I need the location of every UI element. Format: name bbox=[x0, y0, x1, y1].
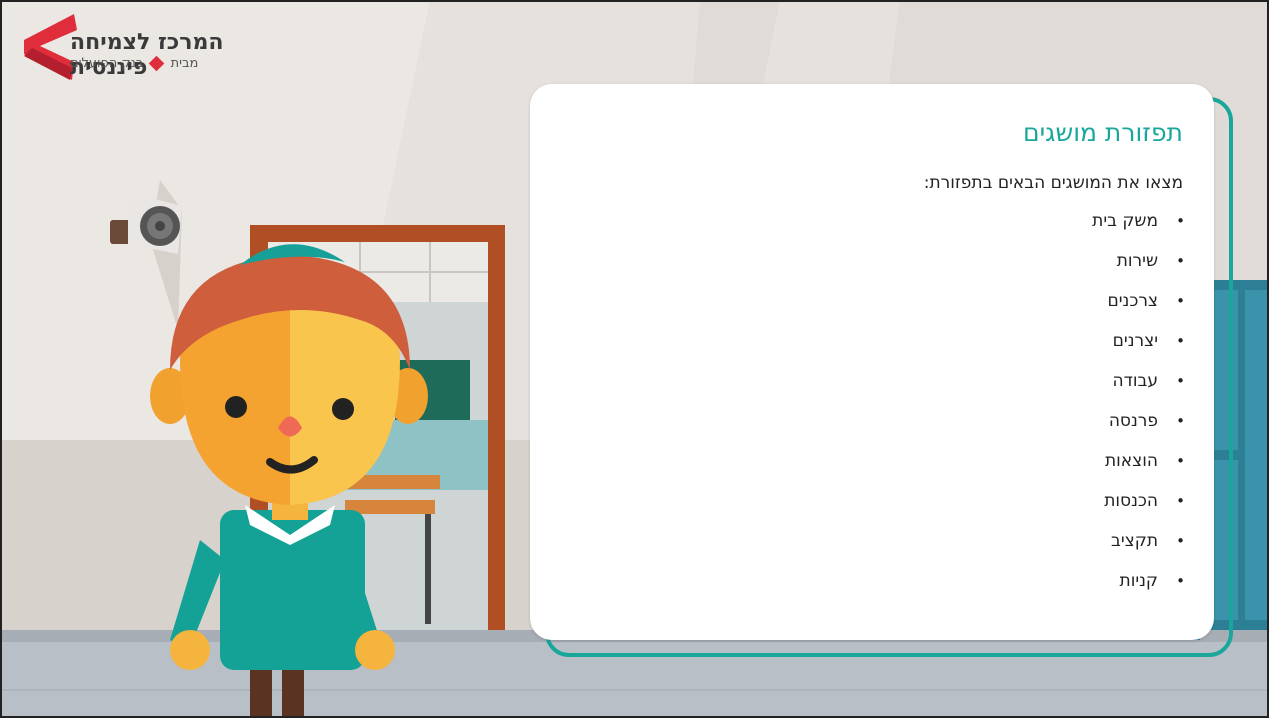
list-item: • עבודה bbox=[1092, 370, 1186, 410]
list-item: • יצרנים bbox=[1092, 330, 1185, 370]
term-label: שירות bbox=[1116, 251, 1158, 271]
terms-list: • משק בית • שירות • צרכנים • יצרנים • עבודה •… bbox=[1092, 210, 1186, 610]
term-label: עבודה bbox=[1112, 371, 1159, 391]
bullet-dot-icon: • bbox=[1176, 372, 1185, 390]
term-label: פרנסה bbox=[1108, 411, 1158, 431]
term-label: יצרנים bbox=[1112, 331, 1158, 351]
list-item: • הכנסות bbox=[1092, 490, 1185, 530]
list-item: • משק בית bbox=[1092, 210, 1185, 250]
bullet-dot-icon: • bbox=[1176, 532, 1185, 550]
content-card: תפזורת מושגים מצאו את המושגים הבאים בתפז… bbox=[530, 84, 1214, 640]
list-item: • צרכנים bbox=[1092, 290, 1185, 330]
slide: המרכז לצמיחה פיננסית מבית בנק הפועלים תפ… bbox=[0, 0, 1269, 718]
term-label: צרכנים bbox=[1107, 291, 1158, 311]
logo-subtitle: מבית בנק הפועלים bbox=[70, 55, 260, 72]
term-label: הכנסות bbox=[1104, 491, 1158, 511]
logo-subtitle-prefix: מבית bbox=[170, 56, 199, 71]
list-item: • שירות bbox=[1092, 250, 1185, 290]
bullet-dot-icon: • bbox=[1176, 492, 1185, 510]
logo-subtitle-bank: בנק הפועלים bbox=[70, 56, 144, 71]
list-item: • הוצאות bbox=[1092, 450, 1185, 490]
term-label: משק בית bbox=[1092, 211, 1158, 231]
red-diamond-icon bbox=[149, 55, 165, 72]
card-intro-text: מצאו את המושגים הבאים בתפזורת: bbox=[923, 173, 1183, 193]
bullet-dot-icon: • bbox=[1176, 212, 1185, 230]
bullet-dot-icon: • bbox=[1176, 292, 1185, 310]
bullet-dot-icon: • bbox=[1176, 332, 1185, 350]
bullet-dot-icon: • bbox=[1176, 572, 1185, 590]
term-label: הוצאות bbox=[1105, 451, 1158, 471]
bullet-dot-icon: • bbox=[1176, 412, 1185, 430]
bullet-dot-icon: • bbox=[1176, 252, 1185, 270]
logo-title: המרכז לצמיחה פיננסית bbox=[70, 30, 224, 80]
term-label: תקציב bbox=[1111, 531, 1158, 551]
list-item: • פרנסה bbox=[1092, 410, 1185, 450]
card-title: תפזורת מושגים bbox=[1023, 118, 1183, 147]
bullet-dot-icon: • bbox=[1176, 452, 1185, 470]
list-item: • תקציב bbox=[1092, 530, 1185, 570]
term-label: קניות bbox=[1119, 571, 1158, 591]
list-item: • קניות bbox=[1092, 570, 1185, 610]
